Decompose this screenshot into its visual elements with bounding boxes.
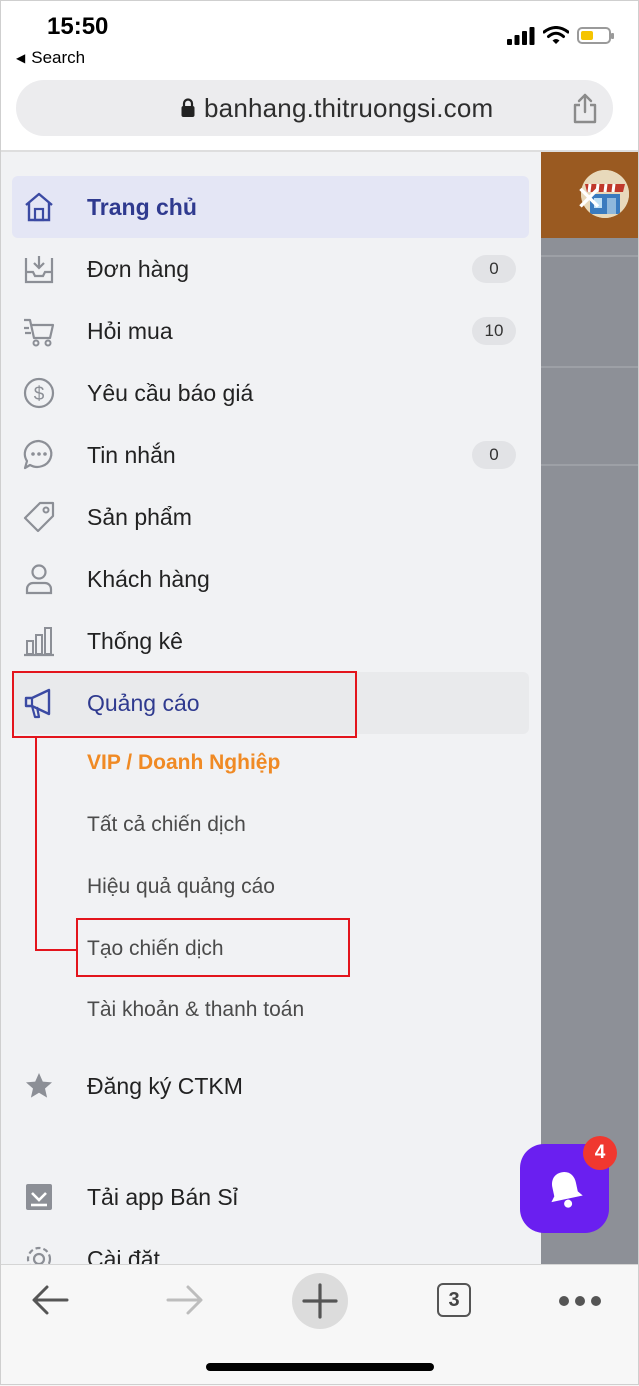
menu-item-statistics[interactable]: Thống kê (12, 610, 529, 672)
dollar-circle-icon: $ (23, 377, 55, 409)
user-icon (25, 564, 53, 595)
menu-label: Tải app Bán Sỉ (87, 1183, 238, 1210)
menu-label: Thống kê (87, 627, 183, 654)
page-overlay[interactable]: ✕ (541, 152, 639, 1264)
tag-icon (23, 501, 55, 533)
wifi-icon (543, 26, 569, 44)
address-bar[interactable]: banhang.thitruongsi.com (16, 80, 613, 136)
highlight-box-advertising (12, 671, 357, 738)
inbox-download-icon (24, 256, 54, 284)
home-icon (25, 192, 53, 222)
home-indicator (206, 1363, 434, 1371)
count-badge: 10 (472, 317, 516, 345)
back-label: Search (31, 48, 86, 67)
cart-icon (24, 318, 55, 347)
menu-label: Tin nhắn (87, 441, 176, 468)
notification-count-badge: 4 (583, 1136, 617, 1170)
menu-item-inquiries[interactable]: Hỏi mua 10 (12, 300, 529, 362)
menu-item-download-app[interactable]: Tải app Bán Sỉ (12, 1166, 529, 1228)
close-menu-icon[interactable]: ✕ (575, 182, 604, 216)
menu-label: Trang chủ (87, 193, 197, 220)
lock-icon (181, 98, 195, 117)
menu-label: Khách hàng (87, 565, 210, 592)
share-icon[interactable] (571, 92, 599, 124)
star-icon (26, 1073, 52, 1098)
plus-icon (302, 1283, 338, 1319)
new-tab-button[interactable] (292, 1273, 348, 1329)
menu-item-customers[interactable]: Khách hàng (12, 548, 529, 610)
menu-item-products[interactable]: Sản phẩm (12, 486, 529, 548)
menu-label: Đơn hàng (87, 255, 190, 282)
annotation-connector (35, 738, 37, 950)
download-box-icon (26, 1184, 52, 1210)
menu-item-quote-requests[interactable]: $ Yêu cầu báo giá (12, 362, 529, 424)
menu-label: Hỏi mua (87, 317, 173, 344)
overlay-divider (541, 366, 639, 368)
menu-label: Đăng ký CTKM (87, 1072, 243, 1099)
battery-icon (577, 27, 614, 44)
count-badge: 0 (472, 255, 516, 283)
bell-icon (550, 1171, 583, 1208)
menu-item-register-promo[interactable]: Đăng ký CTKM (12, 1055, 529, 1117)
menu-item-home[interactable]: Trang chủ (12, 176, 529, 238)
status-time: 15:50 (47, 13, 109, 40)
highlight-box-create-campaign (76, 918, 350, 977)
page-header-dimmed: ✕ (541, 152, 639, 238)
menu-label: Yêu cầu báo giá (87, 379, 254, 406)
annotation-connector (35, 949, 77, 951)
submenu-account-billing[interactable]: Tài khoản & thanh toán (87, 998, 304, 1022)
svg-text:$: $ (34, 384, 45, 405)
menu-item-orders[interactable]: Đơn hàng 0 (12, 238, 529, 300)
signal-icon (507, 26, 535, 45)
back-arrow-icon[interactable] (30, 1283, 70, 1317)
status-icons (507, 26, 614, 45)
url-text: banhang.thitruongsi.com (204, 93, 494, 123)
overlay-divider (541, 464, 639, 466)
chat-bubble-icon (23, 439, 53, 470)
submenu-vip-business[interactable]: VIP / Doanh Nghiệp (87, 751, 280, 775)
submenu-all-campaigns[interactable]: Tất cả chiến dịch (87, 813, 246, 837)
bar-chart-icon (24, 627, 54, 657)
overlay-divider (541, 255, 639, 257)
back-to-search[interactable]: ◀ Search (16, 48, 85, 68)
forward-arrow-icon[interactable] (165, 1283, 205, 1317)
tabs-button[interactable]: 3 (437, 1283, 471, 1317)
menu-label: Sản phẩm (87, 503, 192, 530)
menu-item-messages[interactable]: Tin nhắn 0 (12, 424, 529, 486)
back-triangle-icon: ◀ (16, 51, 26, 65)
more-options-icon[interactable] (558, 1295, 602, 1307)
count-badge: 0 (472, 441, 516, 469)
submenu-ad-performance[interactable]: Hiệu quả quảng cáo (87, 875, 275, 899)
